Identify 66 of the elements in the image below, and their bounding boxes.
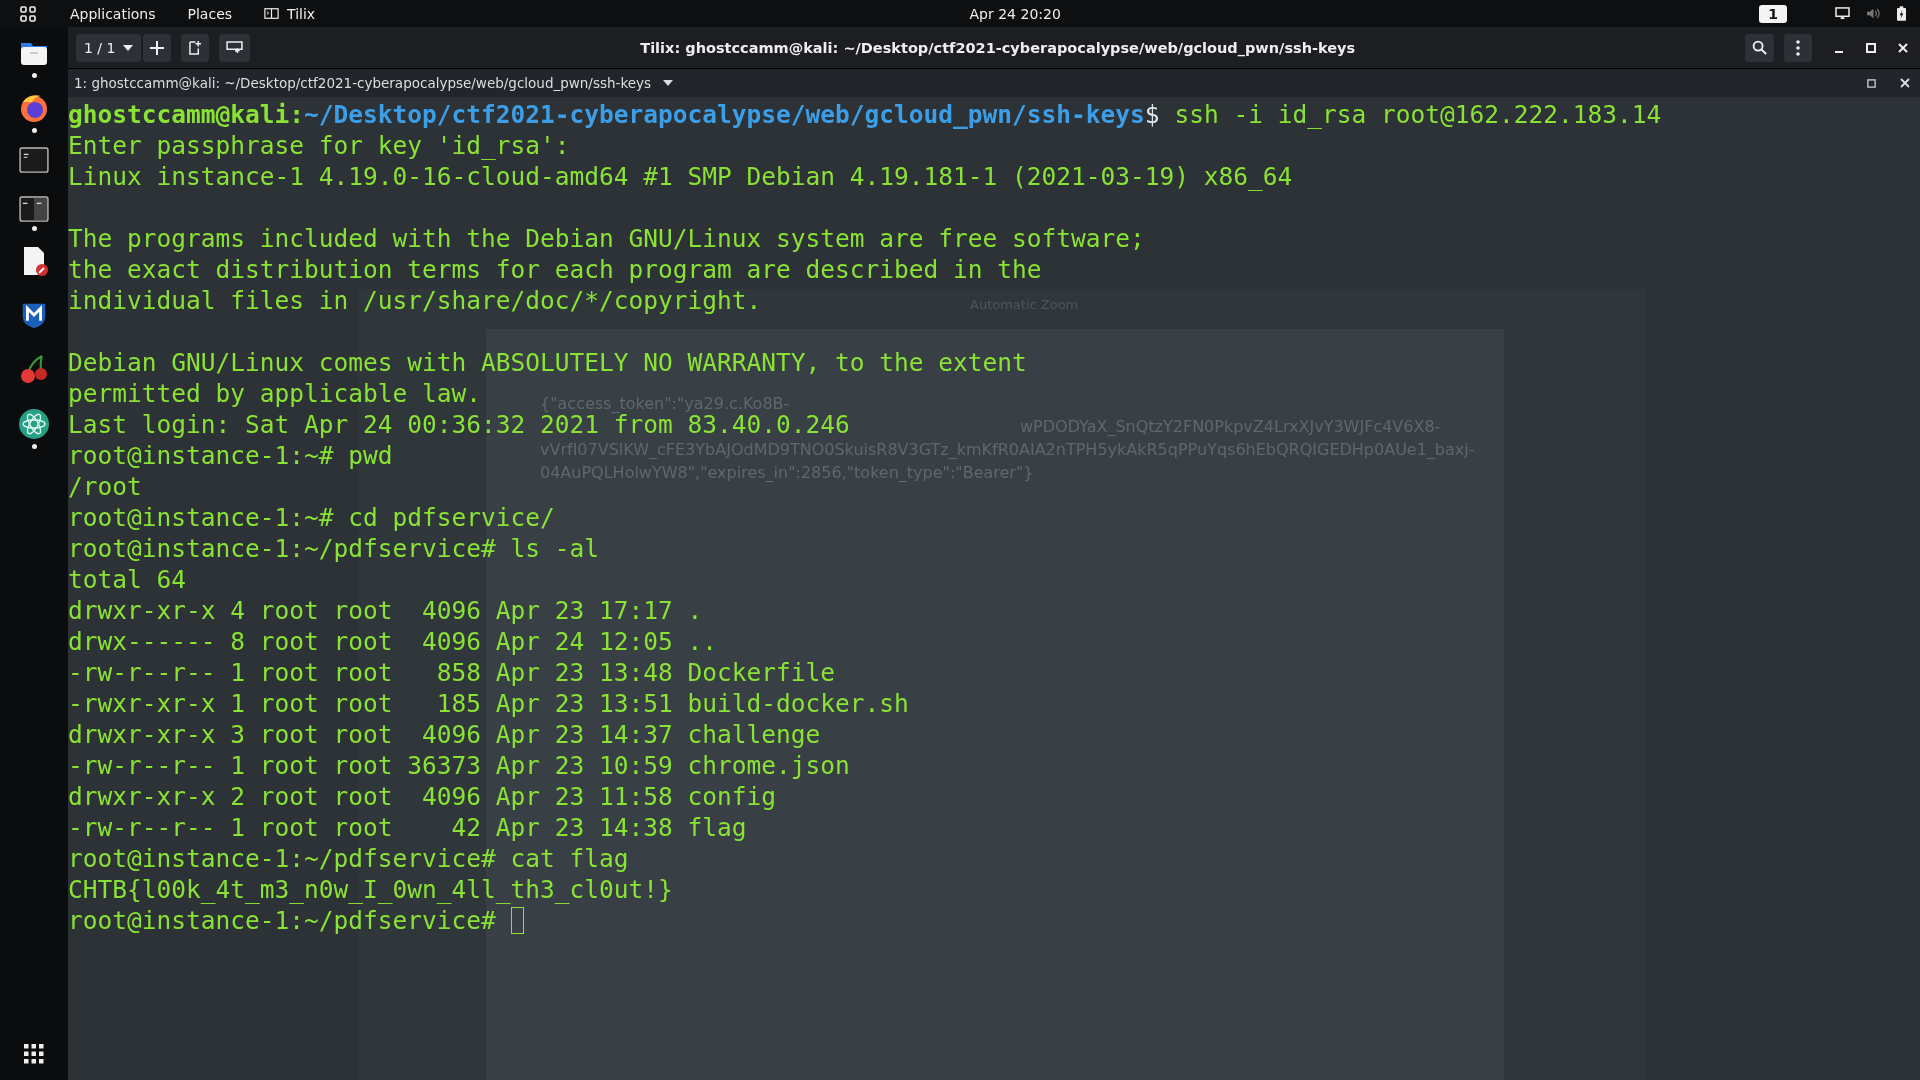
more-icon bbox=[1796, 39, 1800, 56]
session-selector[interactable]: 1 / 1 bbox=[76, 33, 142, 62]
window-title: Tilix: ghostccamm@kali: ~/Desktop/ctf2021-cyberapocalypse/web/gcloud_pwn/ssh-keys bbox=[639, 39, 1357, 56]
running-indicator bbox=[31, 226, 37, 231]
terminal-line: CHTB{l00k_4t_m3_n0w_I_0wn_4ll_th3_cl0ut!} bbox=[68, 874, 673, 905]
terminal-line: -rw-r--r-- 1 root root 42 Apr 23 14:38 flag bbox=[68, 812, 747, 843]
search-icon bbox=[1752, 40, 1767, 55]
prompt-user: ghostccamm@kali: bbox=[68, 99, 304, 130]
prompt-path: ~/Desktop/ctf2021-cyberapocalypse/web/gcloud_pwn/ssh-keys bbox=[304, 99, 1145, 130]
cherry-icon[interactable] bbox=[18, 353, 50, 385]
display-icon[interactable] bbox=[1835, 7, 1850, 20]
caret-icon bbox=[123, 44, 134, 51]
terminal-line: Debian GNU/Linux comes with ABSOLUTELY NO WARRANTY, to the extent bbox=[68, 347, 1027, 378]
terminal-icon[interactable] bbox=[19, 147, 49, 173]
battery-icon[interactable] bbox=[1897, 6, 1906, 21]
terminal-line: Last login: Sat Apr 24 00:36:32 2021 from 83.40.0.246 bbox=[68, 410, 850, 440]
terminal-tab[interactable]: 1: ghostccamm@kali: ~/Desktop/ctf2021-cyberapocalypse/web/gcloud_pwn/ssh-keys bbox=[74, 75, 674, 91]
terminal-line: the exact distribution terms for each program are described in the bbox=[68, 254, 1042, 285]
terminal-line: -rwxr-xr-x 1 root root 185 Apr 23 13:51 build-docker.sh bbox=[68, 688, 909, 719]
split-icon bbox=[226, 41, 244, 54]
maximize-icon[interactable] bbox=[1867, 78, 1876, 88]
running-indicator bbox=[31, 128, 37, 133]
activities-icon[interactable] bbox=[20, 5, 36, 22]
terminal-line: root@instance-1:~# pwd bbox=[68, 440, 393, 471]
plus-icon bbox=[150, 40, 165, 55]
top-menu[interactable]: Applications bbox=[70, 5, 156, 22]
running-indicator bbox=[31, 444, 37, 449]
terminal-line: -rw-r--r-- 1 root root 36373 Apr 23 10:59 chrome.json bbox=[68, 750, 850, 781]
prompt-symbol: $ bbox=[1144, 99, 1160, 130]
terminal-line: Linux instance-1 4.19.0-16-cloud-amd64 #1 SMP Debian 4.19.181-1 (2021-03-19) x86_64 bbox=[68, 161, 1293, 192]
terminal-line: Enter passphrase for key 'id_rsa': bbox=[68, 130, 570, 161]
terminal-line: drwxr-xr-x 3 root root 4096 Apr 23 14:37 challenge bbox=[68, 719, 821, 750]
terminal-icon bbox=[264, 8, 280, 19]
app-grid-icon[interactable] bbox=[24, 1044, 44, 1064]
browser-icon[interactable] bbox=[18, 92, 50, 124]
terminal-line: root@instance-1:~/pdfservice# bbox=[68, 905, 496, 936]
close-icon[interactable] bbox=[1900, 78, 1910, 88]
terminal-line: root@instance-1:~/pdfservice# ls -al bbox=[68, 533, 599, 564]
split-down-button[interactable] bbox=[219, 33, 251, 62]
menu-button[interactable] bbox=[1784, 33, 1812, 62]
terminal-line: drwx------ 8 root root 4096 Apr 24 12:05 .. bbox=[68, 626, 717, 657]
workspace-indicator[interactable]: 1 bbox=[1759, 4, 1787, 23]
terminal-line: permitted by applicable law. bbox=[68, 378, 481, 409]
split-terminal-icon[interactable] bbox=[19, 196, 49, 222]
clock[interactable]: Apr 24 20:20 bbox=[969, 5, 1061, 22]
terminal-line: /root bbox=[68, 471, 142, 502]
running-indicator bbox=[31, 73, 37, 78]
split-right-button[interactable] bbox=[181, 33, 210, 62]
top-menu[interactable]: Places bbox=[187, 5, 233, 22]
terminal-line: drwxr-xr-x 4 root root 4096 Apr 23 17:17 . bbox=[68, 595, 703, 626]
caret-icon bbox=[663, 80, 674, 86]
close-icon[interactable] bbox=[1898, 42, 1908, 53]
speaker-icon[interactable] bbox=[1866, 7, 1881, 20]
terminal-line: root@instance-1:~# cd pdfservice/ bbox=[68, 502, 555, 533]
top-menu[interactable]: Tilix bbox=[264, 5, 316, 22]
terminal-line: -rw-r--r-- 1 root root 858 Apr 23 13:48 Dockerfile bbox=[68, 657, 835, 688]
terminal-line: individual files in /usr/share/doc/*/copyright. bbox=[68, 285, 762, 316]
search-button[interactable] bbox=[1745, 33, 1774, 62]
split-icon bbox=[188, 40, 202, 55]
terminal-line: drwxr-xr-x 2 root root 4096 Apr 23 11:58 config bbox=[68, 781, 776, 812]
terminal-line: total 64 bbox=[68, 564, 186, 595]
terminal-line: The programs included with the Debian GNU/Linux system are free software; bbox=[68, 223, 1145, 254]
command-text: ssh -i id_rsa root@162.222.183.14 bbox=[1174, 99, 1662, 130]
add-terminal-button[interactable] bbox=[143, 33, 172, 62]
terminal-line: root@instance-1:~/pdfservice# cat flag bbox=[68, 843, 629, 874]
atom-icon[interactable] bbox=[18, 408, 50, 440]
